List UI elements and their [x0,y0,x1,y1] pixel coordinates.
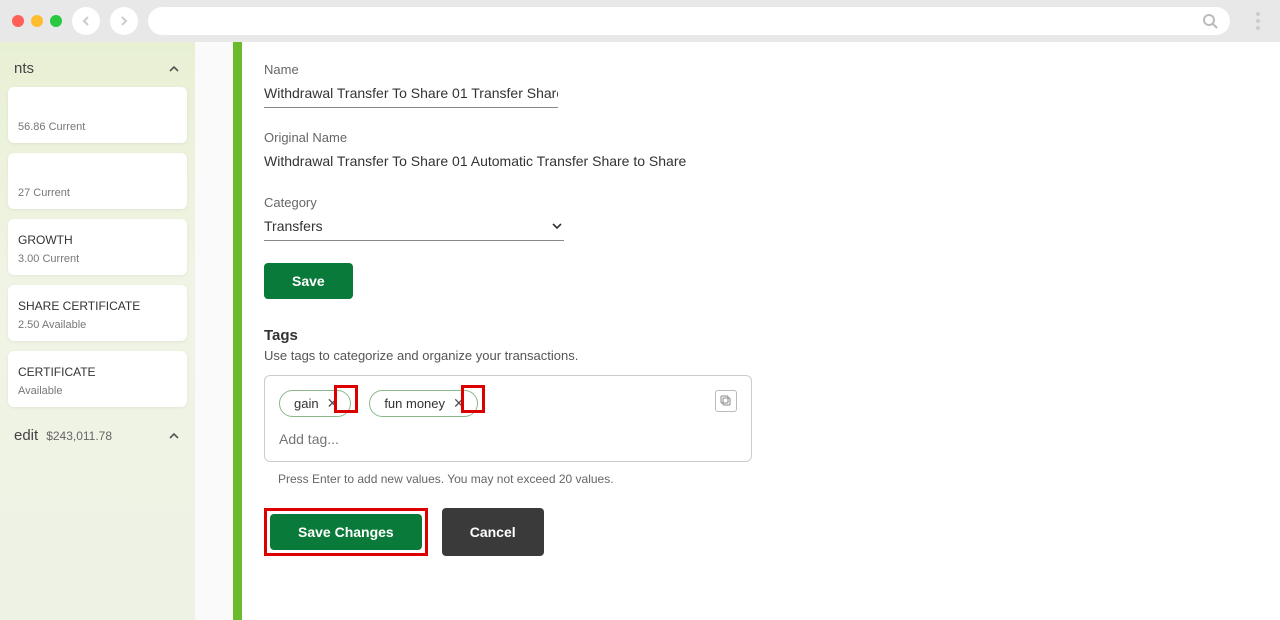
tags-box: gain ✕ fun money ✕ [264,375,752,462]
name-label: Name [264,62,824,77]
cancel-button[interactable]: Cancel [442,508,544,556]
save-button[interactable]: Save [264,263,353,299]
category-label: Category [264,195,824,210]
sidebar-section-header[interactable]: nts [8,52,187,87]
original-name-value: Withdrawal Transfer To Share 01 Automati… [264,149,824,173]
tags-section: Tags Use tags to categorize and organize… [264,327,824,486]
account-card[interactable]: 27 Current [8,153,187,209]
sidebar-credit-section[interactable]: edit $243,011.78 [8,417,187,444]
account-balance: 56.86 Current [18,121,177,133]
chevron-up-icon [167,62,181,76]
transaction-edit-form: Name Original Name Withdrawal Transfer T… [242,42,1280,620]
tag-chip: fun money ✕ [369,390,477,417]
account-card[interactable]: CERTIFICATE Available [8,351,187,407]
account-name: SHARE CERTIFICATE [18,299,177,313]
credit-amount: $243,011.78 [46,429,112,443]
sidebar-section-title: nts [14,60,34,77]
category-select[interactable]: Transfers [264,214,564,241]
account-name [18,101,177,115]
category-value: Transfers [264,218,323,234]
save-changes-button[interactable]: Save Changes [270,514,422,550]
search-icon [1202,13,1218,29]
account-name: GROWTH [18,233,177,247]
tag-remove-icon[interactable]: ✕ [451,395,467,412]
account-card[interactable]: 56.86 Current [8,87,187,143]
account-card[interactable]: GROWTH 3.00 Current [8,219,187,275]
account-balance: 3.00 Current [18,253,177,265]
account-name: CERTIFICATE [18,365,177,379]
browser-chrome [0,0,1280,42]
tags-hint: Press Enter to add new values. You may n… [278,472,824,486]
original-name-label: Original Name [264,130,824,145]
accent-bar [233,42,242,620]
chevron-up-icon [167,429,181,443]
sidebar: nts 56.86 Current 27 Current GROWTH 3.00… [0,42,195,620]
account-balance: Available [18,385,177,397]
account-name [18,167,177,181]
add-tag-input[interactable] [279,431,737,447]
kebab-menu[interactable] [1248,12,1268,30]
account-card[interactable]: SHARE CERTIFICATE 2.50 Available [8,285,187,341]
window-min-icon[interactable] [31,15,43,27]
scroll-gutter [195,42,233,620]
back-button[interactable] [72,7,100,35]
original-name-field: Original Name Withdrawal Transfer To Sha… [264,130,824,173]
window-max-icon[interactable] [50,15,62,27]
tags-heading: Tags [264,327,824,344]
name-field: Name [264,62,824,108]
category-field: Category Transfers [264,195,824,241]
tags-description: Use tags to categorize and organize your… [264,348,824,363]
address-bar[interactable] [148,7,1230,35]
forward-button[interactable] [110,7,138,35]
account-balance: 2.50 Available [18,319,177,331]
credit-label: edit [14,427,38,444]
form-actions: Save Changes Cancel [264,508,1250,556]
highlight-box: Save Changes [264,508,428,556]
name-input[interactable] [264,81,558,108]
tag-label: gain [294,396,319,411]
copy-icon[interactable] [715,390,737,412]
chevron-down-icon [550,219,564,233]
window-close-icon[interactable] [12,15,24,27]
tag-chip: gain ✕ [279,390,351,417]
account-balance: 27 Current [18,187,177,199]
tag-remove-icon[interactable]: ✕ [325,395,341,412]
window-controls [12,15,62,27]
tag-label: fun money [384,396,445,411]
